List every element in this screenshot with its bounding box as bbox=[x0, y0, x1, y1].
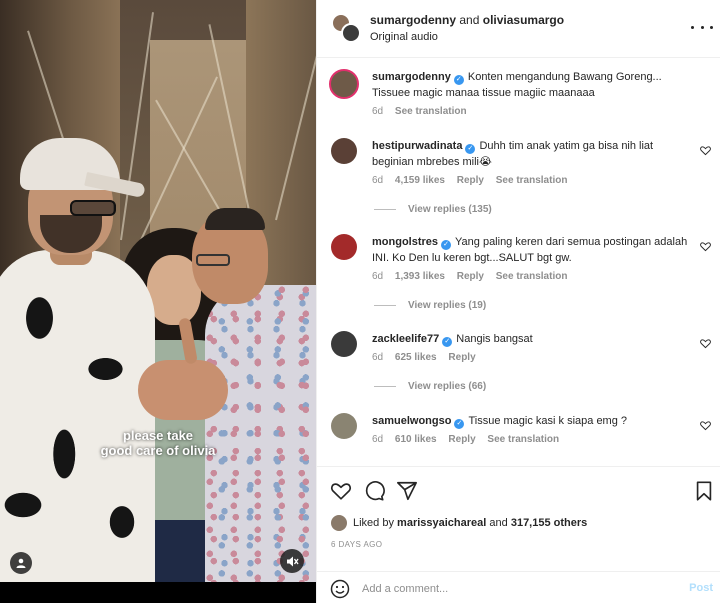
post-button[interactable]: Post bbox=[689, 582, 713, 594]
username-link[interactable]: mongolstres bbox=[372, 236, 438, 248]
comment-input[interactable] bbox=[362, 580, 662, 598]
post-header: sumargodenny and oliviasumargo Original … bbox=[317, 0, 720, 58]
reply-button[interactable]: Reply bbox=[448, 434, 475, 445]
view-replies-label: View replies (19) bbox=[408, 300, 487, 311]
old-man-hair bbox=[205, 208, 265, 230]
likes-count[interactable]: 610 likes bbox=[395, 434, 437, 445]
decor-branch bbox=[120, 12, 155, 241]
subtitle-line-1: please take bbox=[122, 428, 194, 443]
man-glasses bbox=[70, 200, 116, 216]
post-side-panel: sumargodenny and oliviasumargo Original … bbox=[316, 0, 720, 603]
reply-button[interactable]: Reply bbox=[448, 352, 475, 363]
comment-text: mongolstres ✓ Yang paling keren dari semua… bbox=[372, 234, 692, 266]
divider bbox=[374, 209, 396, 210]
video-player[interactable]: please take good care of olivia bbox=[0, 0, 316, 603]
share-icon[interactable] bbox=[396, 480, 418, 502]
verified-icon: ✓ bbox=[454, 419, 465, 429]
timestamp: 6d bbox=[372, 271, 384, 282]
username-link[interactable]: zackleelife77 bbox=[372, 333, 439, 345]
tagged-user-icon[interactable] bbox=[10, 552, 32, 574]
view-replies-label: View replies (66) bbox=[408, 381, 487, 392]
caption-text: sumargodenny ✓ Konten mengandung Bawang Go… bbox=[372, 69, 692, 101]
timestamp: 6d bbox=[372, 106, 384, 117]
view-replies-button[interactable]: View replies (135) bbox=[374, 204, 492, 215]
divider bbox=[374, 305, 396, 306]
avatar[interactable] bbox=[331, 138, 357, 164]
comment-meta: 6d 610 likes Reply See translation bbox=[372, 434, 568, 445]
more-options-icon[interactable] bbox=[691, 18, 713, 36]
divider bbox=[374, 386, 396, 387]
timestamp: 6d bbox=[372, 352, 384, 363]
timestamp: 6d bbox=[372, 434, 384, 445]
likes-prefix: Liked by bbox=[353, 517, 394, 529]
see-translation-link[interactable]: See translation bbox=[496, 175, 568, 186]
like-comment-icon[interactable] bbox=[700, 338, 711, 349]
old-man-glasses bbox=[196, 254, 230, 266]
avatar[interactable] bbox=[331, 234, 357, 260]
view-replies-button[interactable]: View replies (19) bbox=[374, 300, 486, 311]
comments-list[interactable]: sumargodenny ✓ Konten mengandung Bawang Go… bbox=[317, 58, 720, 466]
verified-icon: ✓ bbox=[442, 337, 453, 347]
mute-icon[interactable] bbox=[280, 549, 304, 573]
avatar[interactable] bbox=[331, 413, 357, 439]
collab-avatars[interactable] bbox=[331, 13, 361, 43]
comment-meta: 6d See translation bbox=[372, 106, 476, 117]
comment-text: samuelwongso ✓ Tissue magic kasi k siapa e… bbox=[372, 413, 692, 429]
comment-text: hestipurwadinata ✓ Duhh tim anak yatim ga … bbox=[372, 138, 692, 170]
username-link[interactable]: marissyaichareal bbox=[397, 517, 486, 529]
man-shirt bbox=[0, 250, 155, 582]
collab-usernames: sumargodenny and oliviasumargo bbox=[370, 13, 564, 27]
username-link[interactable]: hestipurwadinata bbox=[372, 140, 462, 152]
comment-icon[interactable] bbox=[363, 480, 385, 502]
like-icon[interactable] bbox=[330, 480, 352, 502]
likes-summary: Liked by marissyaichareal and 317,155 ot… bbox=[331, 515, 587, 531]
verified-icon: ✓ bbox=[465, 144, 476, 154]
add-comment-bar: Post bbox=[317, 571, 720, 603]
reply-button[interactable]: Reply bbox=[457, 271, 484, 282]
likes-count[interactable]: 4,159 likes bbox=[395, 175, 445, 186]
comment-meta: 6d 1,393 likes Reply See translation bbox=[372, 271, 576, 282]
username-link[interactable]: oliviasumargo bbox=[483, 13, 564, 27]
audio-link[interactable]: Original audio bbox=[370, 31, 438, 43]
post-actions: Liked by marissyaichareal and 317,155 ot… bbox=[317, 466, 720, 603]
comment-body: Nangis bangsat bbox=[456, 333, 533, 345]
avatar[interactable] bbox=[331, 331, 357, 357]
verified-icon: ✓ bbox=[441, 240, 452, 250]
subtitle-line-2: good care of olivia bbox=[100, 443, 216, 458]
comment-body: Tissue magic kasi k siapa emg ? bbox=[468, 415, 628, 427]
clasped-hands bbox=[138, 360, 228, 420]
timestamp: 6d bbox=[372, 175, 384, 186]
see-translation-link[interactable]: See translation bbox=[487, 434, 559, 445]
comment-meta: 6d 625 likes Reply bbox=[372, 352, 485, 363]
likes-joiner: and bbox=[489, 517, 508, 529]
likes-count[interactable]: 625 likes bbox=[395, 352, 437, 363]
view-replies-button[interactable]: View replies (66) bbox=[374, 381, 486, 392]
view-replies-label: View replies (135) bbox=[408, 204, 492, 215]
verified-icon: ✓ bbox=[453, 75, 464, 85]
username-link[interactable]: samuelwongso bbox=[372, 415, 451, 427]
comment-meta: 6d 4,159 likes Reply See translation bbox=[372, 175, 576, 186]
see-translation-link[interactable]: See translation bbox=[395, 106, 467, 117]
avatar[interactable] bbox=[331, 515, 347, 531]
avatar bbox=[341, 23, 361, 43]
comment-text: zackleelife77 ✓ Nangis bangsat bbox=[372, 331, 692, 347]
see-translation-link[interactable]: See translation bbox=[496, 271, 568, 282]
emoji-icon[interactable] bbox=[330, 579, 350, 599]
post-date: 6 DAYS AGO bbox=[331, 540, 383, 549]
save-icon[interactable] bbox=[693, 480, 715, 502]
names-joiner: and bbox=[459, 13, 480, 27]
likes-others-link[interactable]: 317,155 others bbox=[511, 517, 587, 529]
avatar[interactable] bbox=[329, 69, 359, 99]
video-frame: please take good care of olivia bbox=[0, 0, 316, 582]
username-link[interactable]: sumargodenny bbox=[372, 71, 451, 83]
likes-count[interactable]: 1,393 likes bbox=[395, 271, 445, 282]
video-subtitle: please take good care of olivia bbox=[0, 428, 316, 458]
reply-button[interactable]: Reply bbox=[457, 175, 484, 186]
like-comment-icon[interactable] bbox=[700, 420, 711, 431]
username-link[interactable]: sumargodenny bbox=[370, 13, 456, 27]
like-comment-icon[interactable] bbox=[700, 145, 711, 156]
like-comment-icon[interactable] bbox=[700, 241, 711, 252]
